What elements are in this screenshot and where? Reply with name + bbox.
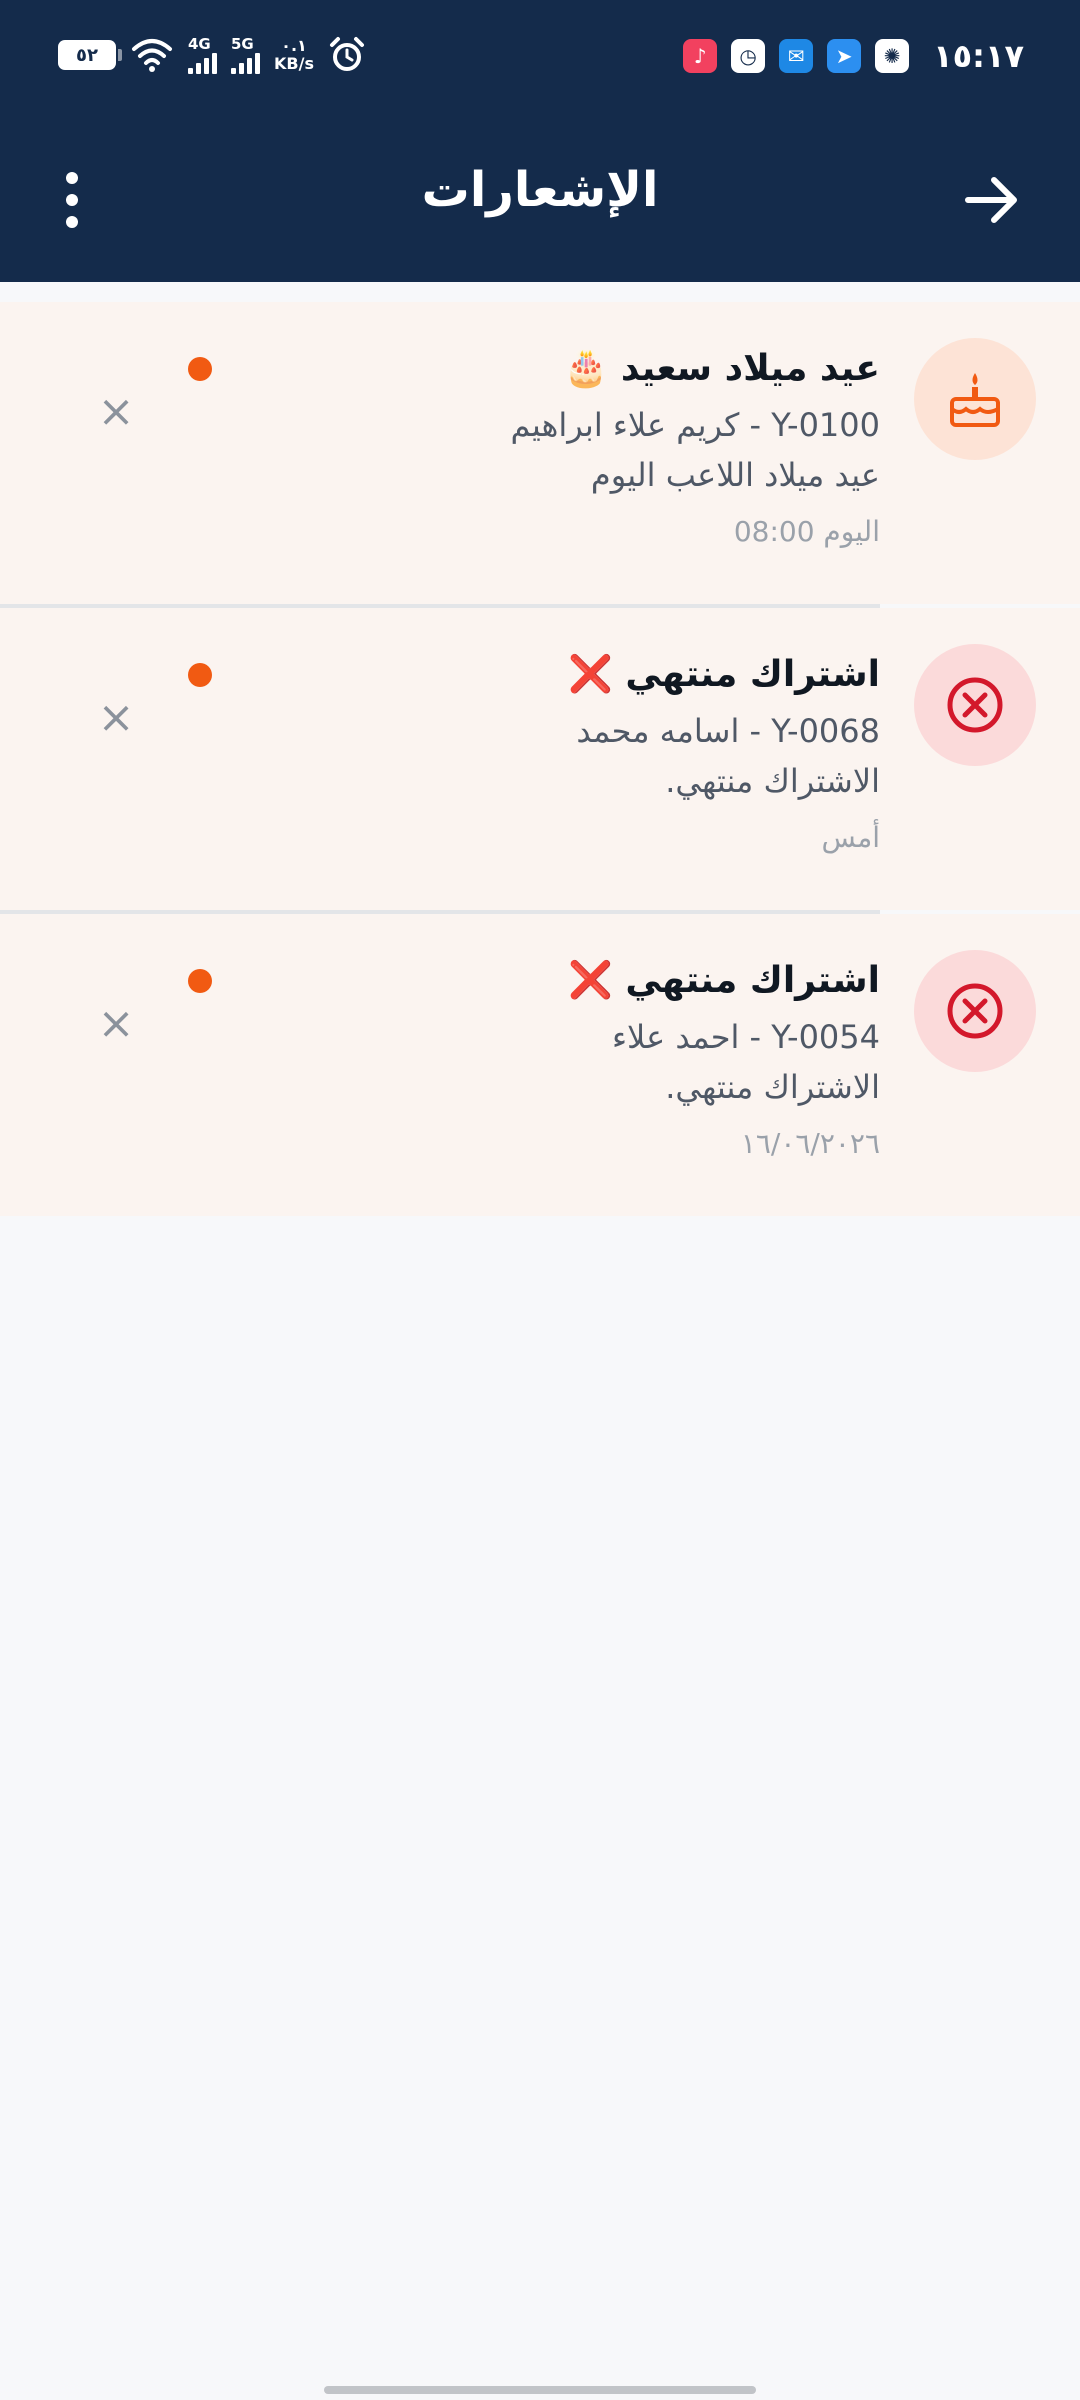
notification-card[interactable]: اشتراك منتهي ❌ Y-0054 - احمد علاء الاشتر… (0, 914, 1080, 1216)
wifi-icon (132, 39, 172, 72)
notification-line1: Y-0100 - كريم علاء ابراهيم (510, 406, 880, 444)
notification-content: عيد ميلاد سعيد 🎂 Y-0100 - كريم علاء ابرا… (320, 344, 880, 552)
top-app-bar: الإشعارات (0, 140, 1080, 260)
notification-content: اشتراك منتهي ❌ Y-0054 - احمد علاء الاشتر… (320, 956, 880, 1164)
notification-card[interactable]: اشتراك منتهي ❌ Y-0068 - اسامه محمد الاشت… (0, 608, 1080, 914)
notification-content: اشتراك منتهي ❌ Y-0068 - اسامه محمد الاشت… (320, 650, 880, 858)
clock-app-icon: ◷ (731, 39, 766, 73)
cake-icon (950, 373, 1000, 427)
signal-5g: 5G (231, 34, 260, 74)
notifications-list: عيد ميلاد سعيد 🎂 Y-0100 - كريم علاء ابرا… (0, 302, 1080, 1216)
notification-line1: Y-0054 - احمد علاء (612, 1018, 880, 1056)
notification-line2: الاشتراك منتهي. (665, 1068, 880, 1106)
music-app-icon: ♪ (683, 39, 718, 73)
notification-line2: عيد ميلاد اللاعب اليوم (590, 456, 880, 494)
signal-4g: 4G (188, 34, 217, 74)
chatgpt-app-icon: ✺ (875, 39, 910, 73)
notification-time: أمس (821, 821, 880, 854)
clock-time: ١٥:١٧ (933, 37, 1024, 75)
signal-5g-label: 5G (231, 34, 254, 53)
signal-bars-icon (231, 52, 260, 74)
alarm-icon (329, 37, 364, 71)
notification-line2: الاشتراك منتهي. (665, 762, 880, 800)
notification-card[interactable]: عيد ميلاد سعيد 🎂 Y-0100 - كريم علاء ابرا… (0, 302, 1080, 608)
cancel-circle-icon (947, 983, 1003, 1039)
status-right: ♪ ◷ ✉ ➤ ✺ ١٥:١٧ (683, 34, 1024, 78)
app-header: ٥٢ 4G 5G ٠.١ KB/s ♪ ◷ ✉ ➤ ✺ ١٥:١٧ الإشعا… (0, 0, 1080, 282)
notification-time: اليوم 08:00 (733, 515, 880, 548)
notification-title: اشتراك منتهي ❌ (568, 960, 880, 1001)
speed-unit: KB/s (274, 54, 314, 73)
notification-title: اشتراك منتهي ❌ (568, 654, 880, 695)
notification-avatar (914, 338, 1036, 460)
home-indicator[interactable] (324, 2386, 756, 2394)
unread-dot (188, 357, 212, 381)
battery-level: ٥٢ (76, 44, 98, 66)
dismiss-close-icon[interactable]: × (96, 1002, 136, 1046)
unread-dot (188, 969, 212, 993)
status-left: ٥٢ 4G 5G ٠.١ KB/s (58, 30, 366, 80)
page-title: الإشعارات (421, 162, 659, 218)
notification-time: ١٦/٠٦/٢٠٢٦ (740, 1127, 880, 1160)
unread-dot (188, 663, 212, 687)
status-bar: ٥٢ 4G 5G ٠.١ KB/s ♪ ◷ ✉ ➤ ✺ ١٥:١٧ (0, 0, 1080, 110)
notification-avatar (914, 950, 1036, 1072)
mail-app-icon: ✉ (779, 39, 814, 73)
back-arrow-icon[interactable] (962, 170, 1022, 230)
notification-title: عيد ميلاد سعيد 🎂 (563, 348, 880, 389)
notification-avatar (914, 644, 1036, 766)
dismiss-close-icon[interactable]: × (96, 696, 136, 740)
dismiss-close-icon[interactable]: × (96, 390, 136, 434)
signal-4g-label: 4G (188, 34, 211, 53)
network-speed: ٠.١ KB/s (274, 37, 314, 73)
signal-bars-icon (188, 52, 217, 74)
battery-icon: ٥٢ (58, 40, 122, 70)
notification-line1: Y-0068 - اسامه محمد (576, 712, 880, 750)
cancel-circle-icon (947, 677, 1003, 733)
speed-value: ٠.١ (281, 36, 307, 55)
messenger-app-icon: ➤ (827, 39, 862, 73)
